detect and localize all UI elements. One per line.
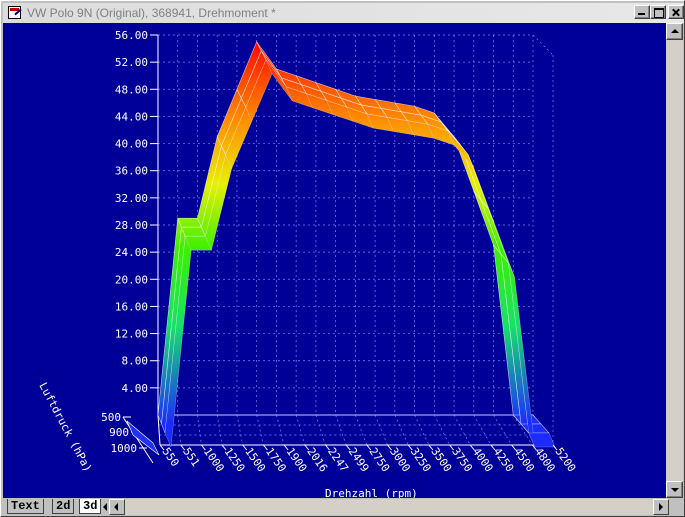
depth-tick-label: 500 xyxy=(101,411,121,424)
y-tick-label: 28.00 xyxy=(115,219,148,232)
depth-tick-label: 1000 xyxy=(111,442,138,455)
y-tick-label: 4.00 xyxy=(122,382,149,395)
resize-grip[interactable] xyxy=(669,498,684,515)
x-tick-label: 4500 xyxy=(511,445,537,474)
y-tick-label: 44.00 xyxy=(115,110,148,123)
surface-plot-svg: 56.00 52.00 48.00 44.00 40.00 36.00 32.00 28.00… xyxy=(36,29,579,498)
x-tick-label: 4800 xyxy=(532,445,558,474)
depth-axis-label: Luftdruck (hPa) xyxy=(36,380,94,474)
surface-edge xyxy=(467,154,495,224)
close-button[interactable] xyxy=(668,5,684,19)
y-tick-label: 8.00 xyxy=(122,355,149,368)
x-axis-label: Drehzahl (rpm) xyxy=(325,487,418,498)
x-tick-label: 3500 xyxy=(428,445,454,474)
x-tick-label: 1750 xyxy=(263,445,289,474)
map-editor-icon[interactable] xyxy=(7,6,23,20)
app-window: VW Polo 9N (Original), 368941, Drehmomen… xyxy=(0,0,685,517)
x-tick-label: 5200 xyxy=(553,445,579,474)
surface-cell xyxy=(520,423,550,434)
y-tick-label: 52.00 xyxy=(115,56,148,69)
y-tick-label: 16.00 xyxy=(115,300,148,313)
tab-3d[interactable]: 3d xyxy=(79,499,102,514)
x-tick-label: 2750 xyxy=(366,445,392,474)
maximize-button[interactable] xyxy=(650,5,666,19)
x-tick-label: 2247 xyxy=(325,445,351,474)
y-tick-label: 24.00 xyxy=(115,246,148,259)
surface-edge xyxy=(447,130,475,169)
y-tick-label: 20.00 xyxy=(115,273,148,286)
x-tick-label: 4000 xyxy=(470,445,496,474)
depth-tick-label: 900 xyxy=(109,426,129,439)
depth-axis: 500 900 1000 xyxy=(101,411,160,464)
x-tick-label: 1000 xyxy=(201,445,227,474)
horizontal-scrollbar[interactable] xyxy=(109,499,669,515)
vertical-scrollbar[interactable] xyxy=(666,23,683,498)
x-axis: 5505511000125015001750190020162247249927… xyxy=(160,444,579,474)
scroll-down-button[interactable] xyxy=(666,481,683,498)
sheet-tab-bar: Text 2d 3d xyxy=(3,498,684,516)
minimize-button[interactable] xyxy=(634,5,650,19)
x-tick-label: 4250 xyxy=(490,445,516,474)
x-tick-label: 1250 xyxy=(222,445,248,474)
x-tick-label: 2499 xyxy=(346,445,372,474)
y-tick-label: 36.00 xyxy=(115,165,148,178)
x-tick-label: 2016 xyxy=(304,445,330,474)
y-tick-label: 32.00 xyxy=(115,192,148,205)
y-tick-label: 56.00 xyxy=(115,29,148,42)
x-tick-label: 3750 xyxy=(449,445,475,474)
x-tick-label: 1500 xyxy=(242,445,268,474)
x-tick-label: 1900 xyxy=(284,445,310,474)
surface-cell xyxy=(473,190,502,255)
y-tick-label: 40.00 xyxy=(115,138,148,151)
surface-plot[interactable]: 56.00 52.00 48.00 44.00 40.00 36.00 32.00 28.00… xyxy=(3,23,666,498)
y-tick-label: 48.00 xyxy=(115,83,148,96)
x-tick-label: 3250 xyxy=(408,445,434,474)
tab-2d[interactable]: 2d xyxy=(52,499,75,514)
title-bar[interactable]: VW Polo 9N (Original), 368941, Drehmomen… xyxy=(3,3,684,23)
window-title: VW Polo 9N (Original), 368941, Drehmomen… xyxy=(27,6,276,20)
x-tick-label: 3000 xyxy=(387,445,413,474)
scroll-up-button[interactable] xyxy=(666,23,683,40)
y-axis: 56.00 52.00 48.00 44.00 40.00 36.00 32.00 28.00… xyxy=(115,29,148,395)
tab-text[interactable]: Text xyxy=(7,499,44,514)
scroll-left-button[interactable] xyxy=(109,499,125,515)
y-tick-label: 12.00 xyxy=(115,328,148,341)
scroll-right-button[interactable] xyxy=(653,499,669,515)
